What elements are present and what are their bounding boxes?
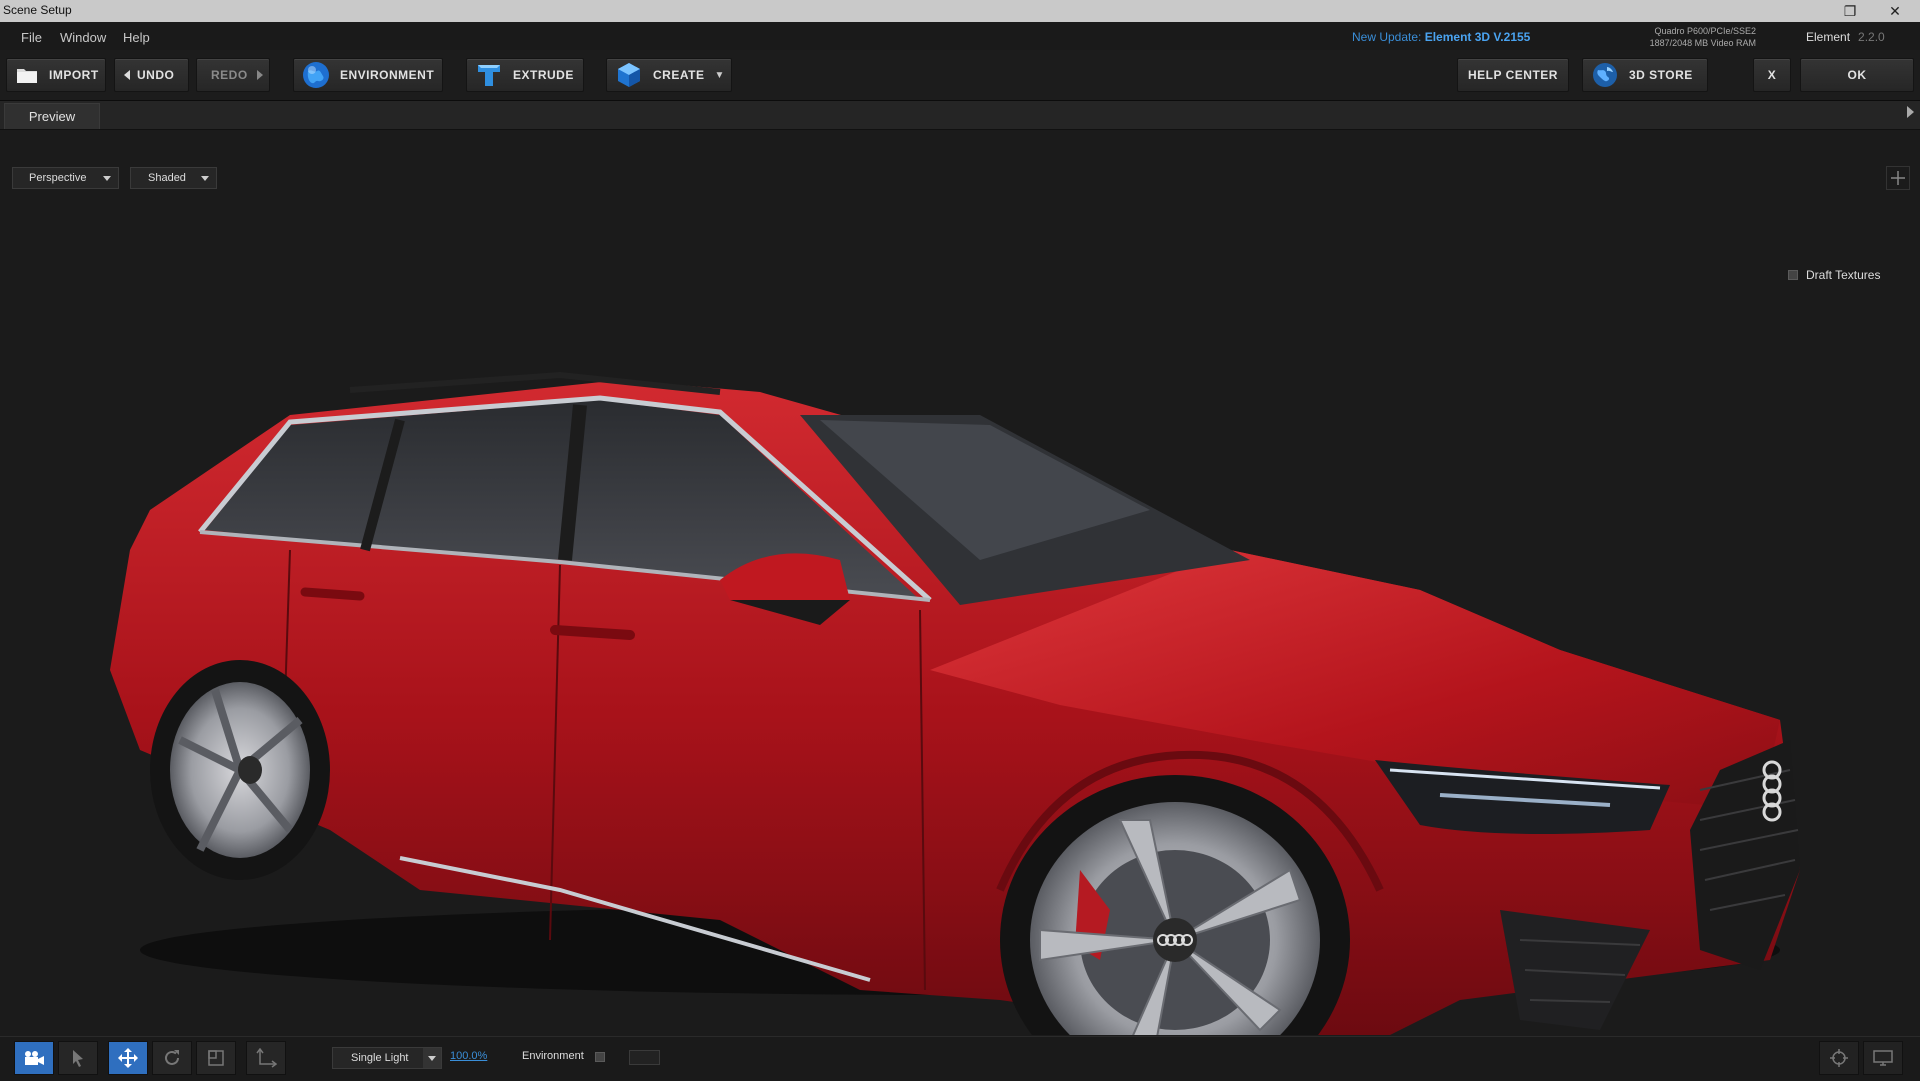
undo-label: UNDO <box>137 68 175 82</box>
product-version: Element 2.2.0 <box>1806 30 1885 44</box>
camera-view-dropdown[interactable]: Perspective <box>12 167 119 189</box>
chevron-down-icon: ▼ <box>714 69 725 81</box>
shading-mode-value: Shaded <box>148 172 186 184</box>
create-button[interactable]: CREATE ▼ <box>606 58 732 92</box>
cancel-label: X <box>1767 68 1777 82</box>
help-center-label: HELP CENTER <box>1468 68 1558 82</box>
close-window-button[interactable]: ✕ <box>1875 0 1915 22</box>
cube-icon <box>618 63 640 87</box>
environment-label: Environment <box>522 1050 584 1062</box>
chevron-down-icon <box>201 176 209 181</box>
main-toolbar: IMPORT UNDO REDO ENVIRONMENT EXTRUDE CRE… <box>0 50 1920 101</box>
rotate-tool-button[interactable] <box>152 1041 192 1075</box>
title-bar: Scene Setup ❐ ✕ <box>0 0 1920 22</box>
redo-label: REDO <box>211 68 248 82</box>
camera-view-value: Perspective <box>29 172 87 184</box>
draft-textures-checkbox[interactable] <box>1788 270 1798 280</box>
import-button[interactable]: IMPORT <box>6 58 106 92</box>
car-model-render[interactable] <box>0 130 1920 1035</box>
draft-textures-toggle[interactable]: Draft Textures <box>1788 268 1880 282</box>
gpu-info: Quadro P600/PCIe/SSE2 1887/2048 MB Video… <box>1650 25 1756 49</box>
light-mode-dropdown[interactable]: Single Light <box>332 1047 442 1069</box>
maximize-icon <box>1891 171 1905 185</box>
light-mode-value: Single Light <box>351 1052 409 1064</box>
extrude-button[interactable]: EXTRUDE <box>466 58 584 92</box>
monitor-icon <box>1873 1050 1893 1066</box>
globe-icon <box>303 62 329 88</box>
redo-button[interactable]: REDO <box>196 58 270 92</box>
extrude-icon <box>478 65 500 86</box>
light-intensity-value[interactable]: 100.0% <box>450 1050 487 1062</box>
folder-icon <box>17 69 37 83</box>
scale-tool-button[interactable] <box>196 1041 236 1075</box>
rotate-icon <box>165 1050 179 1065</box>
axis-tool-button[interactable] <box>246 1041 286 1075</box>
expand-panel-arrow-icon[interactable] <box>1907 106 1914 118</box>
update-version-link[interactable]: Element 3D V.2155 <box>1425 30 1531 44</box>
display-settings-button[interactable] <box>1863 1041 1903 1075</box>
draft-textures-label: Draft Textures <box>1806 268 1881 282</box>
menu-file[interactable]: File <box>21 30 42 45</box>
move-tool-button[interactable] <box>108 1041 148 1075</box>
menu-bar: File Window Help New Update: Element 3D … <box>0 22 1920 50</box>
ok-button[interactable]: OK <box>1800 58 1914 92</box>
version-number: 2.2.0 <box>1858 30 1885 44</box>
scale-box-icon <box>208 1050 224 1066</box>
update-prefix: New Update: <box>1352 30 1422 44</box>
redo-arrow-icon <box>256 70 263 80</box>
video-camera-icon <box>25 1051 44 1065</box>
chevron-down-icon <box>103 176 111 181</box>
update-notice[interactable]: New Update: Element 3D V.2155 <box>1352 30 1530 44</box>
environment-button[interactable]: ENVIRONMENT <box>293 58 443 92</box>
axis-icon <box>256 1048 277 1068</box>
bottom-toolbar: Single Light 100.0% Environment <box>0 1036 1920 1081</box>
3d-store-label: 3D STORE <box>1629 68 1693 82</box>
gpu-memory: 1887/2048 MB Video RAM <box>1649 38 1756 48</box>
3d-store-button[interactable]: 3D STORE <box>1582 58 1708 92</box>
create-label: CREATE <box>653 68 705 82</box>
import-label: IMPORT <box>49 68 99 82</box>
chevron-down-icon <box>423 1048 441 1068</box>
menu-window[interactable]: Window <box>60 30 106 45</box>
extrude-label: EXTRUDE <box>513 68 574 82</box>
environment-label: ENVIRONMENT <box>340 68 435 82</box>
menu-help[interactable]: Help <box>123 30 150 45</box>
select-tool-button[interactable] <box>58 1041 98 1075</box>
window-title: Scene Setup <box>3 3 72 17</box>
camera-tool-button[interactable] <box>14 1041 54 1075</box>
move-arrows-icon <box>118 1048 138 1068</box>
shading-mode-dropdown[interactable]: Shaded <box>130 167 217 189</box>
earth-icon <box>1593 63 1617 87</box>
gpu-name: Quadro P600/PCIe/SSE2 <box>1654 26 1756 36</box>
panel-tab-bar: Preview <box>0 101 1920 130</box>
cursor-arrow-icon <box>73 1050 83 1067</box>
ok-label: OK <box>1847 68 1867 82</box>
maximize-viewport-button[interactable] <box>1886 166 1910 190</box>
preview-viewport[interactable]: Draft Textures <box>0 130 1920 1035</box>
undo-arrow-icon <box>124 70 130 80</box>
tab-preview[interactable]: Preview <box>4 103 100 129</box>
environment-color-swatch[interactable] <box>629 1050 660 1065</box>
target-button[interactable] <box>1819 1041 1859 1075</box>
environment-checkbox[interactable] <box>595 1052 605 1062</box>
restore-window-button[interactable]: ❐ <box>1830 0 1870 22</box>
product-name: Element <box>1806 30 1851 44</box>
cancel-button[interactable]: X <box>1753 58 1791 92</box>
help-center-button[interactable]: HELP CENTER <box>1457 58 1569 92</box>
undo-button[interactable]: UNDO <box>114 58 189 92</box>
crosshair-icon <box>1830 1049 1848 1067</box>
